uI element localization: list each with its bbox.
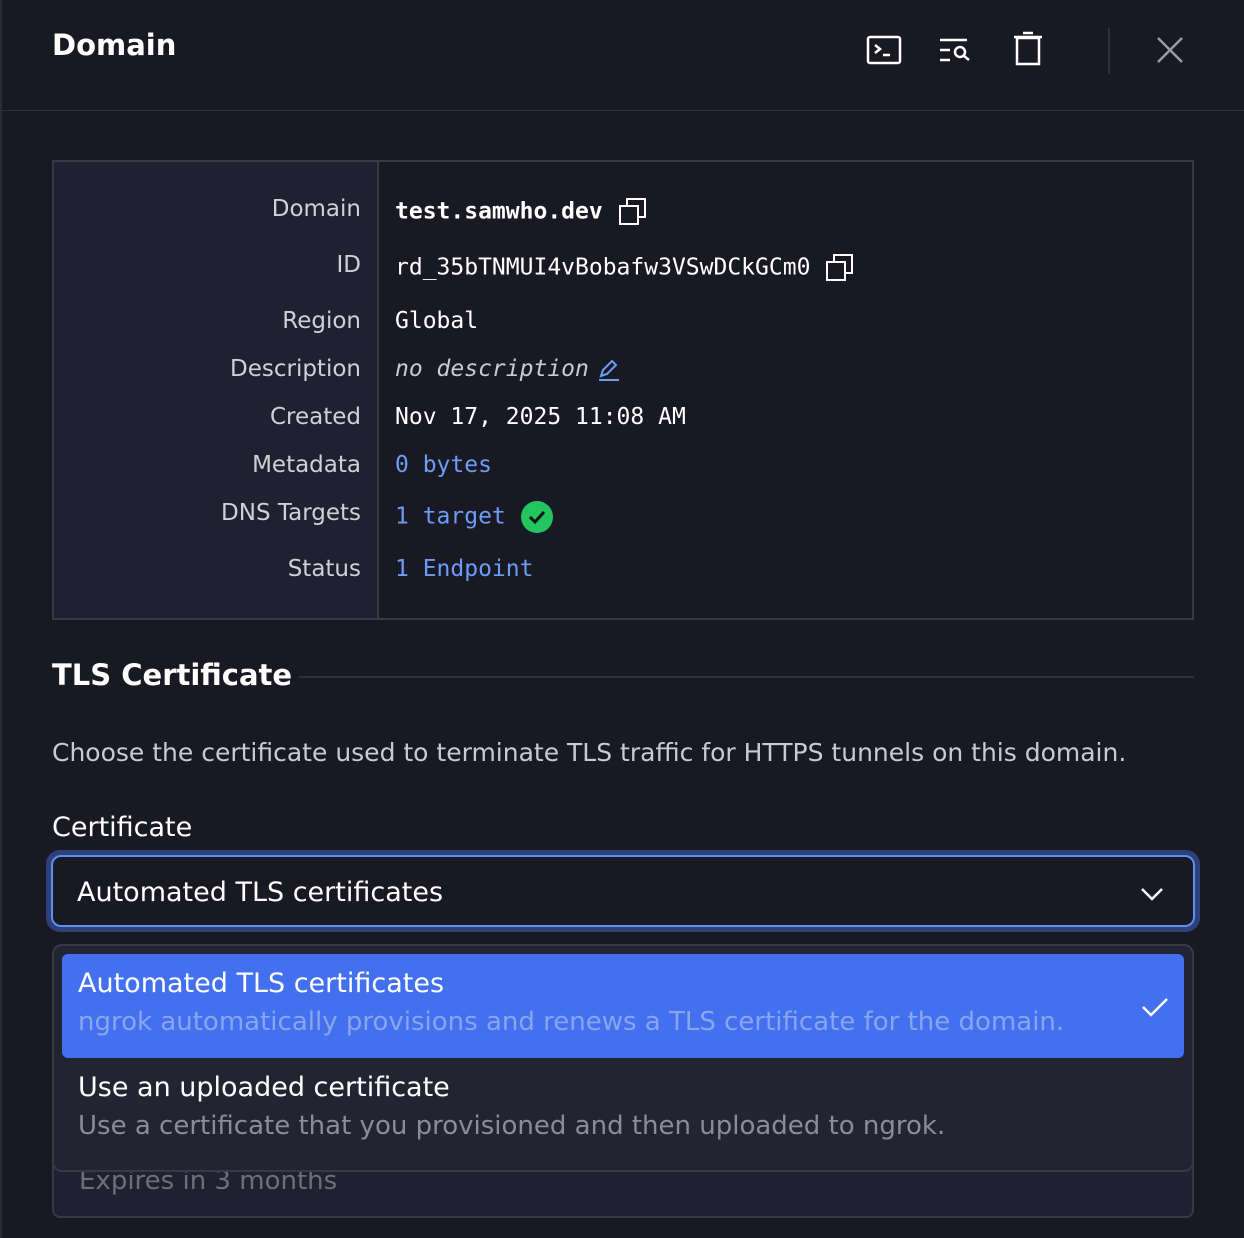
id-value: rd_35bTNMUI4vBobafw3VSwDCkGCm0 bbox=[395, 255, 810, 281]
status-link[interactable]: 1 Endpoint bbox=[395, 556, 533, 582]
page-title: Domain bbox=[52, 28, 176, 62]
option-uploaded[interactable]: Use an uploaded certificate Use a certif… bbox=[62, 1058, 1184, 1162]
certificate-label: Certificate bbox=[52, 812, 192, 843]
certificate-select[interactable]: Automated TLS certificates bbox=[46, 850, 1200, 932]
terminal-icon[interactable] bbox=[864, 30, 904, 70]
certificate-dropdown-menu: Automated TLS certificates ngrok automat… bbox=[52, 944, 1194, 1172]
option-title: Automated TLS certificates bbox=[78, 968, 1168, 999]
description-value: no description bbox=[395, 356, 589, 382]
chevron-down-icon bbox=[1139, 881, 1165, 907]
label-created: Created bbox=[270, 404, 361, 430]
edit-icon[interactable] bbox=[597, 358, 621, 382]
option-description: Use a certificate that you provisioned a… bbox=[78, 1111, 1168, 1141]
label-status: Status bbox=[288, 556, 361, 582]
option-automated[interactable]: Automated TLS certificates ngrok automat… bbox=[62, 954, 1184, 1058]
domain-details-table bbox=[52, 160, 1194, 620]
label-description: Description bbox=[230, 356, 361, 382]
created-value: Nov 17, 2025 11:08 AM bbox=[395, 404, 686, 430]
label-metadata: Metadata bbox=[252, 452, 361, 478]
check-circle-icon bbox=[520, 500, 554, 534]
header: Domain bbox=[2, 0, 1244, 111]
metadata-link[interactable]: 0 bytes bbox=[395, 452, 492, 478]
label-dns-targets: DNS Targets bbox=[221, 500, 361, 526]
close-icon[interactable] bbox=[1150, 30, 1190, 70]
search-list-icon[interactable] bbox=[937, 30, 977, 70]
selected-value: Automated TLS certificates bbox=[77, 877, 443, 908]
region-value: Global bbox=[395, 308, 478, 334]
dns-targets-link[interactable]: 1 target bbox=[395, 504, 506, 530]
divider bbox=[299, 676, 1194, 678]
option-description: ngrok automatically provisions and renew… bbox=[78, 1007, 1168, 1037]
domain-value: test.samwho.dev bbox=[395, 199, 603, 225]
copy-icon[interactable] bbox=[824, 252, 856, 284]
label-id: ID bbox=[337, 252, 362, 278]
label-domain: Domain bbox=[272, 196, 361, 222]
divider bbox=[1108, 28, 1110, 74]
option-title: Use an uploaded certificate bbox=[78, 1072, 1168, 1103]
trash-icon[interactable] bbox=[1008, 30, 1048, 70]
copy-icon[interactable] bbox=[617, 196, 649, 228]
section-description: Choose the certificate used to terminate… bbox=[52, 738, 1126, 767]
check-icon bbox=[1140, 992, 1170, 1022]
section-title: TLS Certificate bbox=[52, 658, 292, 692]
label-region: Region bbox=[282, 308, 361, 334]
